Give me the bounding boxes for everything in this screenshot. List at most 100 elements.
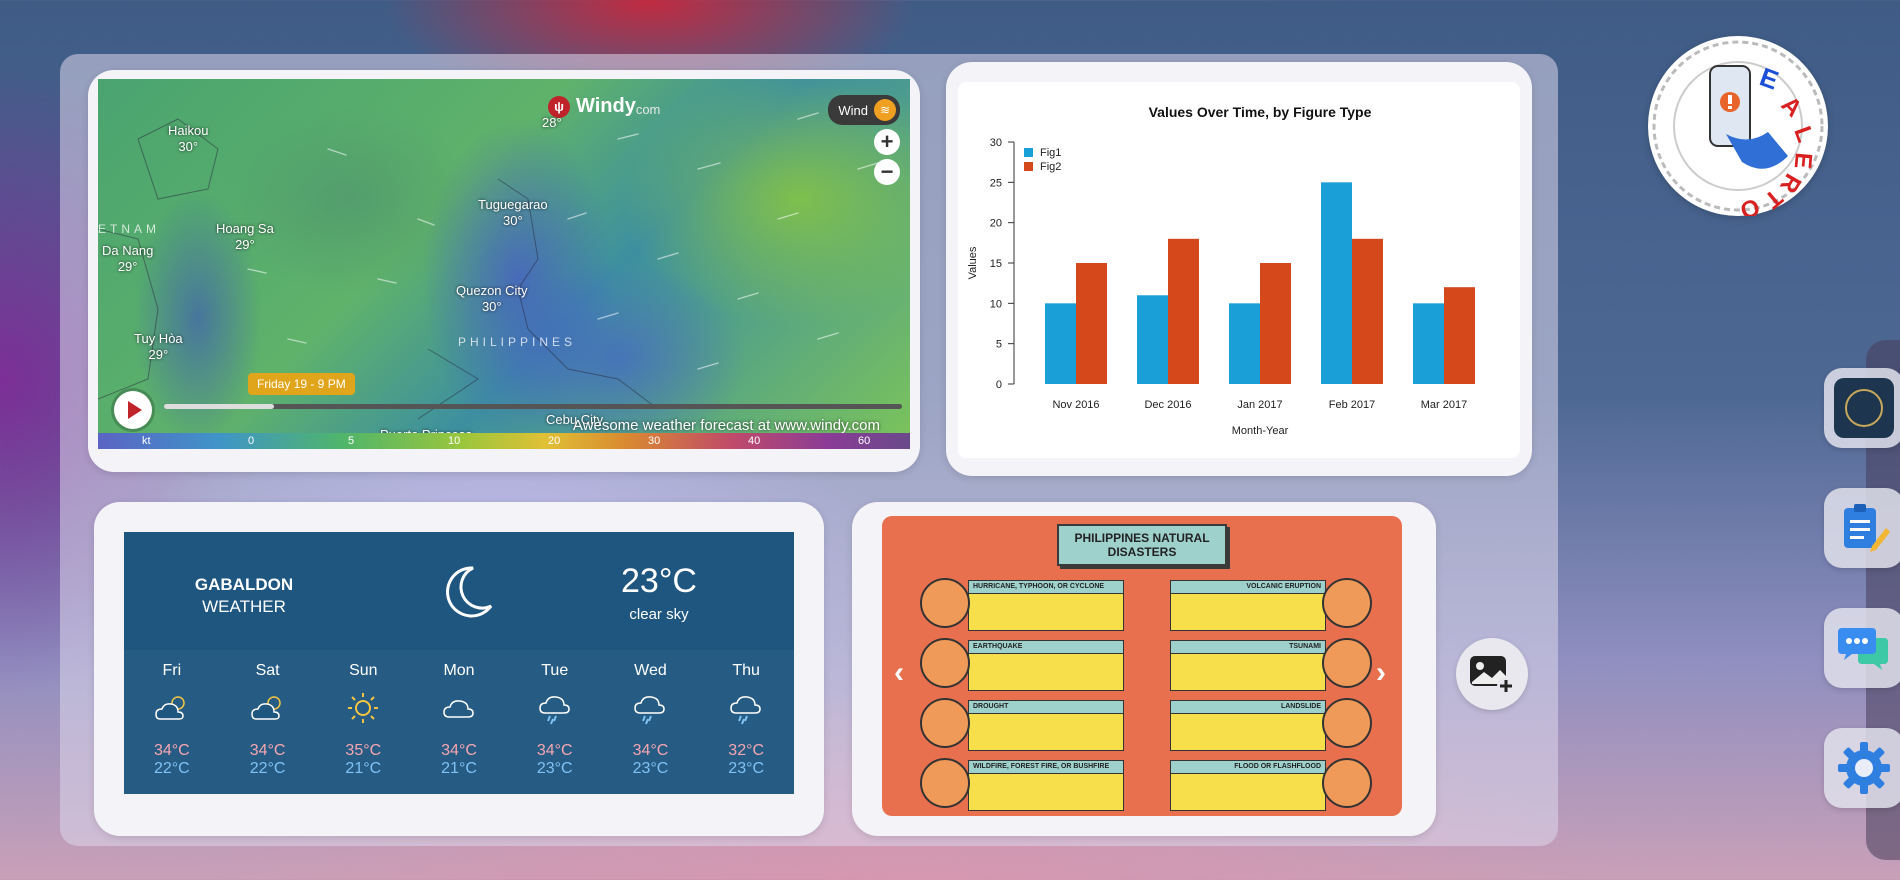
zoom-out-button[interactable]: − bbox=[874, 159, 900, 185]
x-axis-label: Month-Year bbox=[1232, 425, 1289, 437]
city-label: Tuguegarao 30° bbox=[478, 197, 548, 228]
bar-fig2-2 bbox=[1260, 263, 1291, 384]
weather-widget[interactable]: GABALDON WEATHER 23°C clear sky Fri 34°C… bbox=[124, 532, 794, 794]
city-label: Quezon City 30° bbox=[456, 283, 528, 314]
play-button[interactable] bbox=[114, 391, 152, 429]
windy-brand: Windy bbox=[576, 95, 636, 117]
windy-brand-suffix: com bbox=[635, 102, 661, 117]
forecast-day: Sun 35°C 21°C bbox=[315, 650, 411, 794]
landslide-icon bbox=[1322, 698, 1372, 748]
current-condition: clear sky bbox=[629, 606, 689, 623]
day-name: Mon bbox=[443, 662, 475, 679]
y-axis-label: Values bbox=[967, 246, 979, 279]
current-temperature: 23°C bbox=[621, 562, 697, 600]
legend-swatch bbox=[1024, 162, 1033, 171]
day-low: 23°C bbox=[536, 760, 573, 777]
e-alerto-logo-image: E A L E R T O bbox=[1652, 40, 1824, 224]
timeline-slider[interactable] bbox=[164, 404, 902, 409]
bar-fig1-3 bbox=[1321, 182, 1352, 384]
scale-label: 5 bbox=[348, 435, 355, 447]
day-high: 34°C bbox=[249, 742, 286, 759]
poster-title: PHILIPPINES NATURAL DISASTERS bbox=[1057, 524, 1227, 566]
bar-fig2-1 bbox=[1168, 238, 1199, 384]
chart-title: Values Over Time, by Figure Type bbox=[1149, 104, 1372, 120]
settings-button[interactable] bbox=[1824, 728, 1900, 808]
wind-scale-bar: kt 0 5 10 20 30 40 60 bbox=[98, 433, 910, 449]
wind-map[interactable]: ψ Windy com 28° Wind ≋ + − Haikou 30° Hoa… bbox=[98, 79, 910, 449]
day-name: Sun bbox=[349, 662, 378, 679]
earthquake-icon bbox=[920, 638, 970, 688]
forecast-day: Sat 34°C 22°C bbox=[220, 650, 316, 794]
day-name: Tue bbox=[541, 662, 569, 679]
chat-button[interactable] bbox=[1824, 608, 1900, 688]
disaster-slideshow-card: PHILIPPINES NATURAL DISASTERS HURRICANE,… bbox=[852, 502, 1436, 836]
wind-layer-button[interactable]: Wind ≋ bbox=[828, 95, 900, 125]
forecast-day: Tue 34°C 23°C bbox=[507, 650, 603, 794]
add-photo-button[interactable] bbox=[1456, 638, 1528, 710]
rain-icon bbox=[698, 688, 794, 728]
svg-text:E: E bbox=[1789, 151, 1817, 169]
y-tick-label: 30 bbox=[990, 137, 1002, 149]
rain-icon bbox=[507, 688, 603, 728]
rain-icon bbox=[603, 688, 699, 728]
bar-fig1-0 bbox=[1045, 303, 1076, 384]
x-tick-label: Nov 2016 bbox=[1052, 399, 1099, 411]
day-high: 34°C bbox=[153, 742, 190, 759]
day-low: 23°C bbox=[632, 760, 669, 777]
scale-label: 20 bbox=[548, 435, 561, 447]
app-logo-button[interactable] bbox=[1824, 368, 1900, 448]
y-tick-label: 5 bbox=[996, 339, 1002, 351]
windy-watermark[interactable]: Awesome weather forecast at www.windy.co… bbox=[573, 417, 880, 434]
day-high: 34°C bbox=[632, 742, 669, 759]
day-high: 32°C bbox=[728, 742, 765, 759]
bar-chart: Values Over Time, by Figure Type 0 5 10 15 20… bbox=[958, 82, 1520, 458]
forecast-row: Fri 34°C 22°C Sat 34°C 22°C Sun 35°C 21°… bbox=[124, 650, 794, 794]
notes-button[interactable] bbox=[1824, 488, 1900, 568]
e-alerto-logo[interactable]: E A L E R T O bbox=[1648, 36, 1828, 224]
scale-label: 0 bbox=[248, 435, 255, 447]
day-low: 23°C bbox=[728, 760, 765, 777]
disaster-poster[interactable]: PHILIPPINES NATURAL DISASTERS HURRICANE,… bbox=[882, 516, 1402, 816]
city-label: Tuy Hòa 29° bbox=[134, 331, 183, 362]
wind-layer-label: Wind bbox=[838, 102, 868, 118]
sun-icon bbox=[315, 688, 411, 728]
volcano-icon bbox=[1322, 578, 1372, 628]
bar-fig1-1 bbox=[1137, 295, 1168, 384]
x-tick-label: Dec 2016 bbox=[1144, 399, 1191, 411]
y-tick-label: 15 bbox=[990, 258, 1002, 270]
x-tick-label: Mar 2017 bbox=[1421, 399, 1467, 411]
y-tick-label: 0 bbox=[996, 379, 1002, 391]
y-tick-label: 10 bbox=[990, 298, 1002, 310]
day-low: 22°C bbox=[249, 760, 286, 777]
wildfire-icon bbox=[920, 758, 970, 808]
legend-swatch bbox=[1024, 148, 1033, 157]
bar-chart-card: Values Over Time, by Figure Type 0 5 10 15 20… bbox=[946, 62, 1532, 476]
location-name: GABALDON bbox=[194, 575, 294, 594]
bar-fig1-4 bbox=[1413, 303, 1444, 384]
partly-cloudy-icon bbox=[220, 688, 316, 728]
region-label: PHILIPPINES bbox=[458, 335, 577, 349]
bar-fig1-2 bbox=[1229, 303, 1260, 384]
x-tick-label: Jan 2017 bbox=[1237, 399, 1282, 411]
day-name: Thu bbox=[732, 662, 760, 679]
wind-icon: ≋ bbox=[874, 99, 896, 121]
bar-fig2-4 bbox=[1444, 287, 1475, 384]
scale-label: 60 bbox=[858, 435, 871, 447]
zoom-in-button[interactable]: + bbox=[874, 129, 900, 155]
tsunami-icon bbox=[1322, 638, 1372, 688]
bar-fig2-0 bbox=[1076, 263, 1107, 384]
timeline-progress bbox=[164, 404, 274, 409]
add-photo-icon bbox=[1470, 656, 1515, 695]
y-tick-label: 25 bbox=[990, 177, 1002, 189]
time-badge: Friday 19 - 9 PM bbox=[248, 373, 355, 395]
weather-location: GABALDON WEATHER bbox=[164, 574, 324, 618]
city-label: Da Nang 29° bbox=[102, 243, 154, 274]
flood-icon bbox=[1322, 758, 1372, 808]
prev-slide-button[interactable]: ‹ bbox=[894, 656, 904, 690]
windy-map-card: ψ Windy com 28° Wind ≋ + − Haikou 30° Hoa… bbox=[88, 70, 920, 472]
windy-logo[interactable]: ψ Windy com bbox=[548, 95, 660, 118]
next-slide-button[interactable]: › bbox=[1376, 656, 1386, 690]
play-icon bbox=[128, 401, 142, 419]
svg-text:O: O bbox=[1736, 192, 1763, 216]
forecast-day: Mon 34°C 21°C bbox=[411, 650, 507, 794]
